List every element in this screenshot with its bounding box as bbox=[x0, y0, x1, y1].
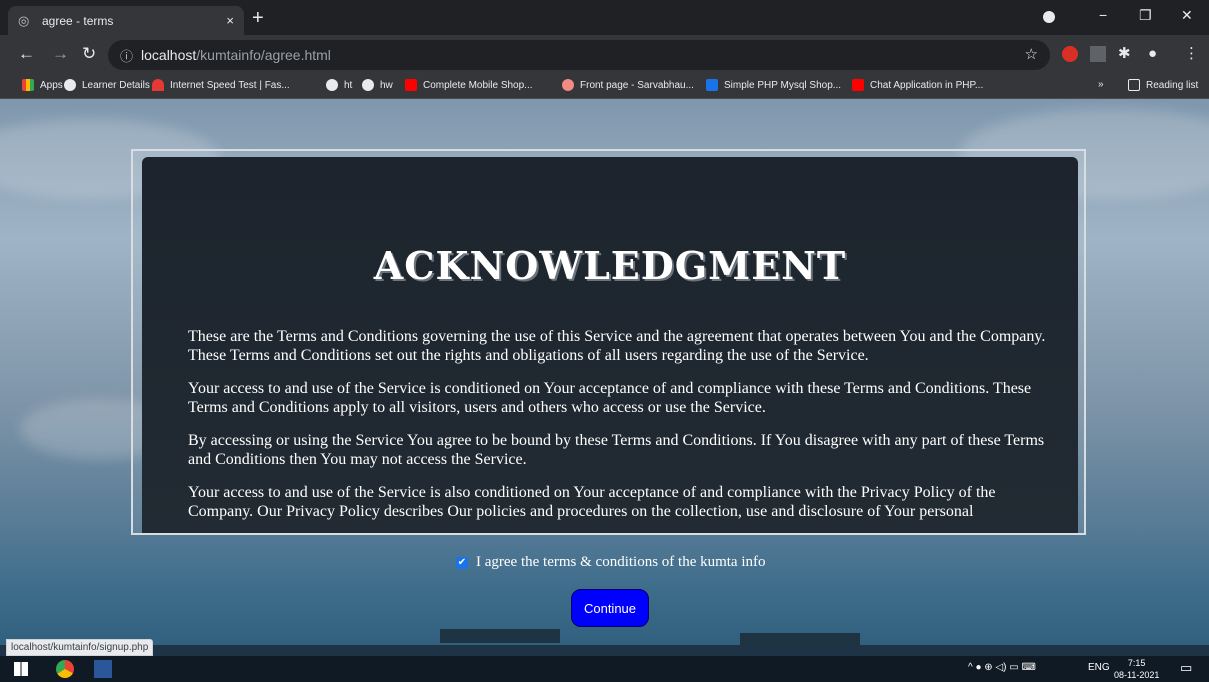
background-boat bbox=[440, 629, 560, 643]
terms-text: These are the Terms and Conditions gover… bbox=[188, 327, 1058, 533]
globe-icon bbox=[64, 79, 76, 91]
clock-time: 7:15 bbox=[1127, 658, 1146, 668]
url-path: /kumtainfo/agree.html bbox=[196, 47, 331, 63]
terms-paragraph: By accessing or using the Service You ag… bbox=[188, 432, 1045, 468]
restore-button[interactable]: ❐ bbox=[1139, 7, 1152, 24]
windows-start-icon[interactable] bbox=[14, 662, 28, 676]
bookmarks-more-button[interactable]: » bbox=[1098, 79, 1104, 90]
bookmark-label: Learner Details bbox=[82, 79, 150, 91]
bookmark-label: Simple PHP Mysql Shop... bbox=[724, 79, 842, 91]
agree-row[interactable]: ✔ I agree the terms & conditions of the … bbox=[456, 554, 766, 571]
bookmark-speed-test[interactable]: Internet Speed Test | Fas... bbox=[152, 79, 290, 91]
forward-icon[interactable]: → bbox=[52, 44, 69, 64]
page-title: ACKNOWLEDGMENT bbox=[373, 243, 847, 288]
browser-toolbar: ← → ↻ ⓘ localhost /kumtainfo/agree.html … bbox=[0, 35, 1209, 75]
bookmark-chat-app[interactable]: Chat Application in PHP... bbox=[852, 79, 983, 91]
page-viewport: ACKNOWLEDGMENT These are the Terms and C… bbox=[0, 99, 1209, 656]
continue-button[interactable]: Continue bbox=[571, 589, 649, 627]
agree-label: I agree the terms & conditions of the ku… bbox=[476, 554, 766, 570]
clock-date: 08-11-2021 bbox=[1114, 670, 1160, 680]
bookmark-ht[interactable]: ht bbox=[326, 79, 352, 91]
chrome-taskbar-icon[interactable] bbox=[56, 660, 74, 678]
globe-icon bbox=[362, 79, 374, 91]
bookmark-php-shop[interactable]: Simple PHP Mysql Shop... bbox=[706, 79, 841, 91]
background-boat bbox=[740, 633, 860, 645]
bookmark-mobile-shop[interactable]: Complete Mobile Shop... bbox=[405, 79, 533, 91]
terms-paragraph: These are the Terms and Conditions gover… bbox=[188, 328, 1046, 364]
chevron-more-icon: » bbox=[1098, 79, 1104, 90]
speedometer-icon bbox=[152, 79, 164, 91]
bookmark-label: Complete Mobile Shop... bbox=[423, 79, 533, 91]
terms-paragraph: Your access to and use of the Service is… bbox=[188, 484, 996, 520]
bookmark-hw[interactable]: hw bbox=[362, 79, 393, 91]
agree-checkbox[interactable]: ✔ bbox=[456, 556, 468, 569]
globe-icon: ◎ bbox=[18, 12, 30, 28]
tab-title: agree - terms bbox=[42, 13, 114, 28]
w-logo-icon bbox=[706, 79, 718, 91]
bookmark-label: Internet Speed Test | Fas... bbox=[170, 79, 290, 91]
bookmarks-bar: Apps Learner Details Internet Speed Test… bbox=[0, 75, 1209, 99]
url-host: localhost bbox=[141, 47, 197, 63]
profile-icon[interactable] bbox=[1043, 11, 1055, 23]
reading-list-button[interactable]: Reading list bbox=[1128, 79, 1198, 91]
profile-avatar-icon[interactable]: ● bbox=[1148, 44, 1157, 64]
bookmark-label: Chat Application in PHP... bbox=[870, 79, 984, 91]
youtube-icon bbox=[852, 79, 864, 91]
language-indicator[interactable]: ENG bbox=[1088, 662, 1110, 673]
site-icon bbox=[562, 79, 574, 91]
reading-list-icon bbox=[1128, 79, 1140, 91]
bookmark-star-icon[interactable]: ☆ bbox=[1025, 45, 1038, 63]
tray-icons[interactable]: ^ ● ⊕ ◁) ▭ ⌨ bbox=[968, 662, 1036, 673]
word-taskbar-icon[interactable] bbox=[94, 660, 112, 678]
extension-record-icon[interactable] bbox=[1062, 46, 1078, 62]
reload-icon[interactable]: ↻ bbox=[82, 44, 96, 64]
bookmark-learner-details[interactable]: Learner Details bbox=[64, 79, 150, 91]
bookmark-label: Front page - Sarvabhau... bbox=[580, 79, 694, 91]
menu-dots-icon[interactable]: ⋮ bbox=[1184, 44, 1199, 64]
bookmark-label: hw bbox=[380, 79, 393, 91]
reading-list-label: Reading list bbox=[1146, 79, 1199, 91]
bookmark-label: ht bbox=[344, 79, 353, 91]
terms-paragraph: Your access to and use of the Service is… bbox=[188, 380, 1032, 416]
close-window-button[interactable]: ✕ bbox=[1181, 7, 1193, 24]
info-icon[interactable]: ⓘ bbox=[120, 46, 133, 65]
tab-strip: ◎ agree - terms × + − ❐ ✕ bbox=[0, 0, 1209, 35]
bookmark-apps[interactable]: Apps bbox=[22, 79, 63, 91]
globe-icon bbox=[326, 79, 338, 91]
tab-close-icon[interactable]: × bbox=[226, 13, 234, 28]
extensions-puzzle-icon[interactable]: ✱ bbox=[1118, 44, 1131, 64]
back-icon[interactable]: ← bbox=[18, 44, 35, 64]
taskbar-clock[interactable]: 7:15 08-11-2021 bbox=[1114, 657, 1159, 681]
extension-icon[interactable] bbox=[1090, 46, 1106, 62]
minimize-button[interactable]: − bbox=[1099, 7, 1107, 23]
terms-panel[interactable]: ACKNOWLEDGMENT These are the Terms and C… bbox=[142, 157, 1078, 533]
browser-tab[interactable]: ◎ agree - terms × bbox=[8, 6, 244, 35]
notification-icon[interactable]: ▭ bbox=[1180, 660, 1192, 676]
address-bar[interactable]: ⓘ localhost /kumtainfo/agree.html ☆ bbox=[108, 40, 1050, 70]
bookmark-front-page[interactable]: Front page - Sarvabhau... bbox=[562, 79, 694, 91]
new-tab-button[interactable]: + bbox=[252, 8, 264, 28]
bookmark-label: Apps bbox=[40, 79, 63, 91]
youtube-icon bbox=[405, 79, 417, 91]
windows-taskbar: ^ ● ⊕ ◁) ▭ ⌨ ENG 7:15 08-11-2021 ▭ bbox=[0, 656, 1209, 682]
apps-grid-icon bbox=[22, 79, 34, 91]
link-status-bar: localhost/kumtainfo/signup.php bbox=[6, 639, 154, 656]
background-shore bbox=[0, 645, 1209, 656]
